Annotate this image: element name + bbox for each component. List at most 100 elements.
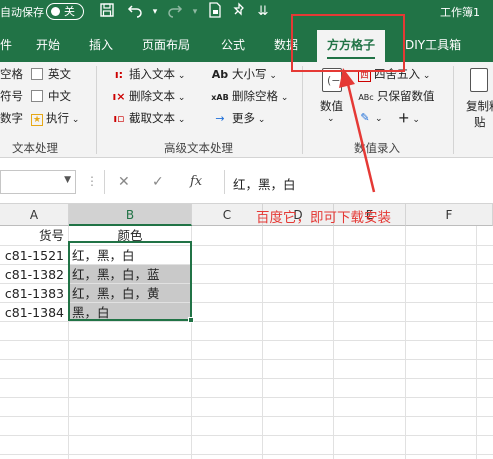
tab-formulas[interactable]: 公式 — [221, 36, 245, 53]
svg-text:(−): (−) — [327, 74, 341, 87]
gridline — [0, 397, 493, 398]
redo-dropdown-icon[interactable]: ▾ — [184, 2, 206, 22]
cell-b4[interactable]: 红，黑，白，黄 — [69, 284, 191, 302]
tab-home[interactable]: 开始 — [36, 36, 60, 53]
customize-quick-access-icon[interactable]: ⇊ — [252, 2, 274, 22]
gridline — [0, 321, 493, 322]
cell-a1[interactable]: 货号 — [0, 226, 68, 245]
plus-dropdown-button[interactable]: ＋ ⌄ — [398, 110, 420, 126]
undo-dropdown-icon[interactable]: ▾ — [144, 2, 166, 22]
column-header-b[interactable]: B — [69, 204, 192, 226]
gridline — [0, 416, 493, 417]
gridline — [0, 454, 493, 455]
annotation-text: 百度它，即可下载安装 — [256, 210, 391, 226]
extract-text-button[interactable]: ı▫ 截取文本 ⌄ — [112, 110, 185, 126]
chinese-checkbox[interactable]: 中文 — [31, 88, 71, 104]
execute-button[interactable]: ★ 执行 ⌄ — [31, 110, 79, 126]
column-header-a[interactable]: A — [0, 204, 69, 226]
workbook-title: 工作簿1 — [440, 6, 480, 19]
cell-a3[interactable]: c81-1382 — [0, 265, 68, 284]
toggle-knob — [51, 7, 60, 16]
case-button[interactable]: Ab 大小写 ⌄ — [211, 66, 277, 82]
more-label: 更多 — [232, 111, 255, 125]
delete-spaces-label: 删除空格 — [232, 89, 278, 103]
cell-b1[interactable]: 颜色 — [69, 226, 191, 244]
insert-function-button[interactable]: fx — [190, 174, 202, 189]
fill-handle[interactable] — [188, 317, 194, 323]
cell-b2[interactable]: 红，黑，白 — [69, 246, 191, 264]
formula-bar: ▼ ⋮ ✕ ✓ fx 红，黑，白 — [0, 158, 493, 204]
english-checkbox[interactable]: 英文 — [31, 66, 71, 82]
cancel-icon[interactable]: ✕ — [118, 174, 130, 190]
plus-icon: ＋ — [398, 111, 410, 125]
formula-bar-grip-icon[interactable]: ⋮ — [86, 174, 98, 188]
gridline — [405, 226, 406, 459]
insert-text-label: 插入文本 — [129, 67, 175, 81]
tab-file[interactable]: 件 — [0, 36, 12, 53]
gridline — [333, 226, 334, 459]
group-label-numeric-entry: 数值录入 — [354, 141, 400, 155]
tab-page-layout[interactable]: 页面布局 — [142, 36, 190, 53]
name-box-dropdown-icon[interactable]: ▼ — [64, 175, 71, 185]
cell-b3[interactable]: 红，黑，白，蓝 — [69, 265, 191, 283]
checkbox-icon — [31, 90, 43, 102]
case-icon: Ab — [211, 68, 229, 81]
cell-a4[interactable]: c81-1383 — [0, 284, 68, 303]
enter-icon[interactable]: ✓ — [152, 174, 164, 190]
paste-label: 贴 — [474, 115, 486, 129]
autosave-label: 自动保存 — [0, 6, 44, 19]
gridline — [191, 226, 192, 459]
more-button[interactable]: → 更多 ⌄ — [211, 110, 265, 126]
edit-dropdown-button[interactable]: ✎ ⌄ — [358, 110, 382, 124]
gridline — [476, 226, 477, 459]
cell-a5[interactable]: c81-1384 — [0, 303, 68, 322]
chinese-label: 中文 — [48, 89, 71, 103]
edit-icon: ✎ — [360, 111, 370, 124]
value-button[interactable]: 数值 — [320, 98, 343, 114]
value-dropdown-icon[interactable]: ⌄ — [327, 114, 335, 124]
group-divider — [453, 66, 454, 154]
copy-paste-button[interactable]: 复制粘 — [466, 98, 493, 114]
tab-insert[interactable]: 插入 — [89, 36, 113, 53]
save-icon[interactable] — [96, 2, 118, 22]
number-item[interactable]: 数字 — [0, 110, 23, 126]
highlight-box — [291, 14, 405, 72]
insert-text-icon: ı: — [114, 68, 124, 81]
column-header-f[interactable]: F — [406, 204, 493, 226]
redo-icon[interactable] — [164, 2, 186, 22]
delete-text-icon: ı× — [112, 90, 126, 103]
document-lock-icon[interactable] — [204, 2, 226, 22]
cell-b5[interactable]: 黑，白 — [69, 303, 191, 321]
ribbon-panel: 空格 符号 数字 英文 中文 ★ 执行 ⌄ 文本处理 ı: 插入文本 ⌄ ı× 删除文… — [0, 62, 493, 158]
execute-label: 执行 — [46, 111, 69, 125]
ribbon-tabs: 件 开始 插入 页面布局 公式 数据 方方格子 DIY工具箱 — [0, 24, 493, 62]
pin-icon[interactable] — [228, 2, 250, 22]
name-box[interactable]: ▼ — [0, 170, 76, 194]
tab-diy-toolbox[interactable]: DIY工具箱 — [405, 36, 461, 53]
cell-a2[interactable]: c81-1521 — [0, 246, 68, 265]
symbol-item[interactable]: 符号 — [0, 88, 23, 104]
insert-text-button[interactable]: ı: 插入文本 ⌄ — [112, 66, 186, 82]
column-header-c[interactable]: C — [192, 204, 263, 226]
gridline — [0, 378, 493, 379]
group-divider — [96, 66, 97, 154]
english-label: 英文 — [48, 67, 71, 81]
delete-spaces-icon: xAB — [211, 93, 229, 102]
case-label: 大小写 — [232, 67, 267, 81]
undo-icon[interactable] — [124, 2, 146, 22]
space-item[interactable]: 空格 — [0, 66, 23, 82]
autosave-toggle[interactable]: 关 — [46, 3, 84, 20]
star-icon: ★ — [31, 114, 43, 126]
group-label-text-processing: 文本处理 — [12, 141, 58, 155]
delete-text-button[interactable]: ı× 删除文本 ⌄ — [112, 88, 186, 104]
gridline — [0, 435, 493, 436]
formula-input[interactable]: 红，黑，白 — [224, 170, 493, 194]
delete-spaces-button[interactable]: xAB 删除空格 ⌄ — [211, 88, 288, 104]
extract-text-icon: ı▫ — [113, 112, 125, 125]
group-label-advanced-text: 高级文本处理 — [164, 141, 233, 155]
abc-icon: ABc — [358, 93, 374, 102]
checkbox-icon — [31, 68, 43, 80]
arrow-right-icon: → — [215, 112, 225, 125]
keep-value-button[interactable]: ABc 只保留数值 — [358, 88, 434, 104]
delete-text-label: 删除文本 — [129, 89, 175, 103]
